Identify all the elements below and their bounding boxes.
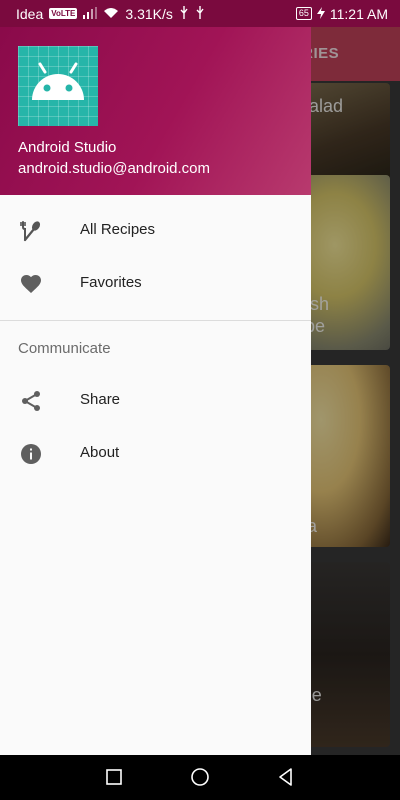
info-icon	[19, 442, 43, 466]
recents-icon[interactable]	[104, 767, 124, 787]
navigation-drawer: Android Studio android.studio@android.co…	[0, 27, 311, 755]
battery-icon: 65	[295, 7, 312, 20]
heart-icon	[19, 272, 43, 296]
usb-icon-2	[195, 5, 205, 22]
section-header-communicate: Communicate	[18, 340, 111, 357]
menu-item-favorites[interactable]: Favorites	[0, 260, 311, 308]
menu-item-share[interactable]: Share	[0, 377, 311, 425]
share-icon	[19, 389, 43, 413]
wifi-icon	[103, 6, 119, 22]
back-icon[interactable]	[276, 767, 296, 787]
navigation-bar	[0, 755, 400, 800]
fork-spoon-icon	[19, 219, 43, 243]
network-speed: 3.31K/s	[125, 5, 173, 22]
menu-item-label: Favorites	[80, 274, 142, 291]
divider	[0, 320, 311, 321]
menu-item-label: About	[80, 444, 120, 461]
status-bar: Idea VoLTE 3.31K/s 65 11:21 AM	[0, 0, 400, 27]
drawer-header: Android Studio android.studio@android.co…	[0, 27, 311, 195]
menu-item-about[interactable]: About	[0, 430, 311, 478]
profile-name: Android Studio	[18, 139, 117, 156]
menu-item-label: Share	[80, 391, 121, 408]
battery-level: 65	[298, 8, 309, 18]
charging-icon	[316, 6, 325, 22]
carrier-label: Idea	[16, 5, 44, 22]
menu-item-all-recipes[interactable]: All Recipes	[0, 207, 311, 255]
android-icon	[18, 46, 98, 126]
signal-icon	[83, 6, 98, 22]
volte-badge: VoLTE	[49, 8, 78, 19]
home-icon[interactable]	[190, 767, 210, 787]
screen: Idea VoLTE 3.31K/s 65 11:21 AM ORIES Sal…	[0, 0, 400, 800]
profile-email: android.studio@android.com	[18, 160, 211, 177]
menu-item-label: All Recipes	[80, 221, 156, 238]
time-label: 11:21 AM	[329, 5, 388, 22]
usb-icon	[179, 5, 189, 22]
